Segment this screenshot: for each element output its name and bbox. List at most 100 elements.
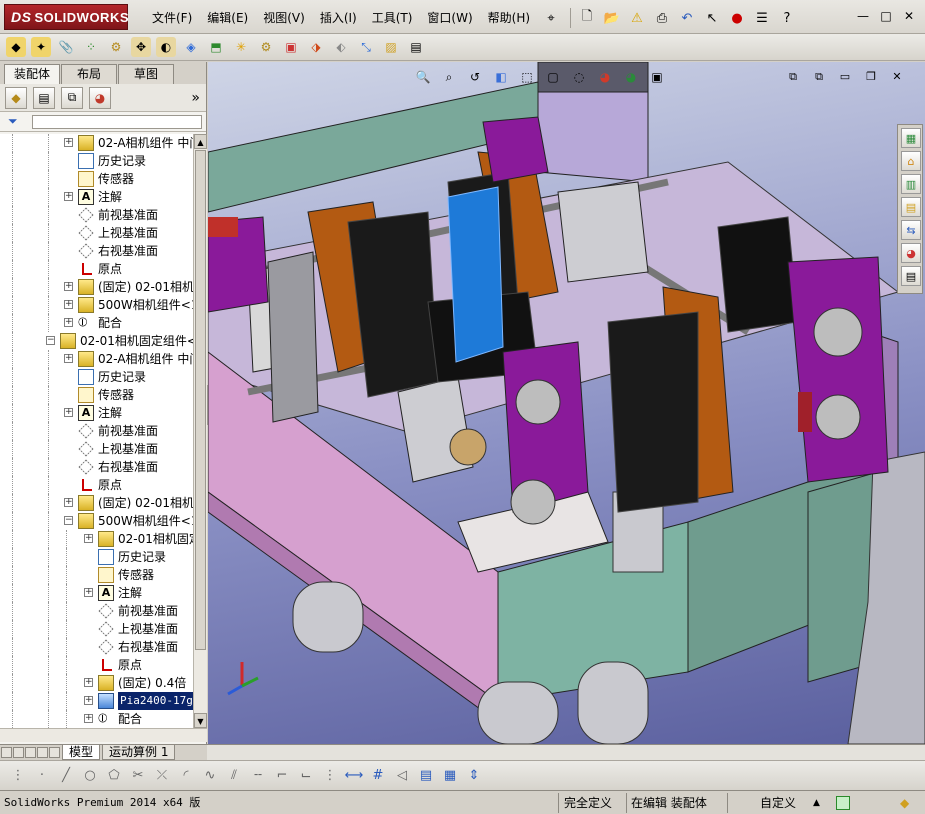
tree-node[interactable]: +02-A相机组件 中间 bbox=[0, 350, 193, 368]
nav-next-icon[interactable] bbox=[25, 747, 36, 758]
tree-horizontal-scrollbar[interactable] bbox=[0, 728, 207, 742]
collapse-toggle-icon[interactable]: − bbox=[64, 516, 73, 525]
tree-node[interactable]: 前视基准面 bbox=[0, 206, 193, 224]
expand-toggle-icon[interactable]: + bbox=[64, 408, 73, 417]
tab-sketch[interactable]: 草图 bbox=[118, 64, 174, 84]
scroll-thumb[interactable] bbox=[195, 150, 206, 650]
menu-window[interactable]: 窗口(W) bbox=[427, 10, 480, 28]
file-explorer-icon[interactable]: ▥ bbox=[901, 174, 921, 194]
bill-of-materials-icon[interactable]: ⚙ bbox=[256, 37, 276, 57]
tree-node[interactable]: − 500W相机组件<1> bbox=[0, 512, 193, 530]
mate-icon[interactable]: 📎 bbox=[56, 37, 76, 57]
table-icon[interactable]: ▤ bbox=[416, 766, 436, 786]
grid-icon[interactable]: # bbox=[368, 766, 388, 786]
status-units[interactable]: 自定义 bbox=[760, 794, 796, 812]
section-view-icon[interactable]: ◧ bbox=[492, 68, 510, 86]
menu-insert[interactable]: 插入(I) bbox=[320, 10, 365, 28]
point-icon[interactable]: · bbox=[32, 766, 52, 786]
undo-icon[interactable]: ↶ bbox=[676, 7, 698, 29]
tree-node[interactable]: + (固定) 0.4倍 bbox=[0, 674, 193, 692]
relations-icon[interactable]: ◁ bbox=[392, 766, 412, 786]
view-palette-icon[interactable]: ▤ bbox=[901, 197, 921, 217]
nav-prev-icon[interactable] bbox=[13, 747, 24, 758]
tab-assembly[interactable]: 装配体 bbox=[4, 64, 60, 84]
new-motion-study-icon[interactable]: ✳ bbox=[231, 37, 251, 57]
nav-first-icon[interactable] bbox=[1, 747, 12, 758]
close-button[interactable]: ✕ bbox=[899, 8, 919, 24]
tile-left-icon[interactable]: ⧉ bbox=[783, 69, 803, 85]
expand-toggle-icon[interactable]: + bbox=[64, 282, 73, 291]
tree-node[interactable]: 传感器 bbox=[0, 170, 193, 188]
tree-node[interactable]: + A 注解 bbox=[0, 188, 193, 206]
minimize-button[interactable]: — bbox=[853, 8, 873, 24]
tree-node[interactable]: + ⦶ 配合 bbox=[0, 710, 193, 728]
open-icon[interactable]: 📂 bbox=[601, 7, 623, 29]
edit-appearance-icon[interactable]: ◕ bbox=[596, 68, 614, 86]
expand-toggle-icon[interactable]: + bbox=[64, 354, 73, 363]
scroll-down-arrow-icon[interactable]: ▼ bbox=[194, 713, 207, 728]
previous-view-icon[interactable]: ↺ bbox=[466, 68, 484, 86]
menu-view[interactable]: 视图(V) bbox=[263, 10, 313, 28]
property-manager-icon[interactable]: ▤ bbox=[33, 86, 55, 109]
expand-toggle-icon[interactable]: + bbox=[64, 138, 73, 147]
assembly-3d-model[interactable] bbox=[208, 62, 925, 744]
menu-file[interactable]: 文件(F) bbox=[152, 10, 200, 28]
options-icon[interactable]: ☰ bbox=[751, 7, 773, 29]
tree-node[interactable]: 右视基准面 bbox=[0, 458, 193, 476]
doc-restore-button[interactable]: ❐ bbox=[861, 69, 881, 85]
tree-node-selected[interactable]: + Pia2400-17gm bbox=[0, 692, 193, 710]
quick-tips-icon[interactable] bbox=[836, 796, 850, 810]
tree-node[interactable]: 上视基准面 bbox=[0, 620, 193, 638]
line-icon[interactable]: ╱ bbox=[56, 766, 76, 786]
filter-icon[interactable]: ⏷ bbox=[8, 114, 18, 129]
collapse-toggle-icon[interactable]: − bbox=[46, 336, 55, 345]
tree-node[interactable]: 上视基准面 bbox=[0, 224, 193, 242]
selected-lens-plate[interactable] bbox=[447, 186, 504, 363]
move-entities-icon[interactable]: ⇕ bbox=[464, 766, 484, 786]
tree-node[interactable]: 历史记录 bbox=[0, 548, 193, 566]
doc-close-button[interactable]: ✕ bbox=[887, 69, 907, 85]
menu-edit[interactable]: 编辑(E) bbox=[207, 10, 256, 28]
help-icon[interactable]: ? bbox=[776, 7, 798, 29]
feature-manager-icon[interactable]: ◆ bbox=[5, 86, 27, 109]
tree-node[interactable]: + ⦶ 配合 bbox=[0, 314, 193, 332]
interference-detection-icon[interactable]: ⬗ bbox=[306, 37, 326, 57]
rebuild-warning-icon[interactable]: ⚠ bbox=[626, 7, 648, 29]
nav-last-icon[interactable] bbox=[37, 747, 48, 758]
block-icon[interactable]: ▦ bbox=[440, 766, 460, 786]
hide-show-items-icon[interactable]: ◌ bbox=[570, 68, 588, 86]
select-arrow-icon[interactable]: ↖ bbox=[701, 7, 723, 29]
instant3d-icon[interactable]: ▨ bbox=[381, 37, 401, 57]
tree-node[interactable]: 历史记录 bbox=[0, 368, 193, 386]
move-component-icon[interactable]: ✥ bbox=[131, 37, 151, 57]
mirror-icon[interactable]: ⋮ bbox=[320, 766, 340, 786]
show-hidden-icon[interactable]: ◐ bbox=[156, 37, 176, 57]
tree-node[interactable]: 上视基准面 bbox=[0, 440, 193, 458]
trim-icon[interactable]: ✂ bbox=[128, 766, 148, 786]
doc-minimize-button[interactable]: ▭ bbox=[835, 69, 855, 85]
nav-extra-icon[interactable] bbox=[49, 747, 60, 758]
tree-node[interactable]: − 02-01相机固定组件<2> bbox=[0, 332, 193, 350]
new-part-icon[interactable]: ✦ bbox=[31, 37, 51, 57]
tree-node[interactable]: + (固定) 02-01相机 bbox=[0, 494, 193, 512]
tree-node[interactable]: + (固定) 02-01相机 bbox=[0, 278, 193, 296]
tree-node[interactable]: 前视基准面 bbox=[0, 422, 193, 440]
expand-toggle-icon[interactable]: + bbox=[84, 534, 93, 543]
graphics-viewport[interactable]: 🔍 ⌕ ↺ ◧ ⬚ ▢ ◌ ◕ ◕ ▣ ⧉ ⧉ ▭ ❐ ✕ ▦ ⌂ ▥ ▤ ⇆ … bbox=[208, 62, 925, 744]
tree-node[interactable]: +02-01相机固定 bbox=[0, 530, 193, 548]
view-settings-icon[interactable]: ▣ bbox=[648, 68, 666, 86]
solidworks-resources-icon[interactable]: ▦ bbox=[901, 128, 921, 148]
expand-toggle-icon[interactable]: + bbox=[84, 696, 93, 705]
tree-vertical-scrollbar[interactable]: ▲ ▼ bbox=[193, 134, 207, 728]
circle-icon[interactable]: ○ bbox=[80, 766, 100, 786]
polygon-icon[interactable]: ⬠ bbox=[104, 766, 124, 786]
expand-toggle-icon[interactable]: + bbox=[84, 588, 93, 597]
dimension-icon[interactable]: ⟷ bbox=[344, 766, 364, 786]
pin-icon[interactable]: ⌖ bbox=[540, 7, 562, 29]
configuration-manager-icon[interactable]: ⧉ bbox=[61, 86, 83, 109]
expand-toggle-icon[interactable]: + bbox=[64, 498, 73, 507]
units-dropdown-icon[interactable]: ▲ bbox=[813, 794, 820, 812]
linear-pattern-icon[interactable]: ⁘ bbox=[81, 37, 101, 57]
tree-node[interactable]: +500W相机组件<1> bbox=[0, 296, 193, 314]
assembly-features-icon[interactable]: ◈ bbox=[181, 37, 201, 57]
